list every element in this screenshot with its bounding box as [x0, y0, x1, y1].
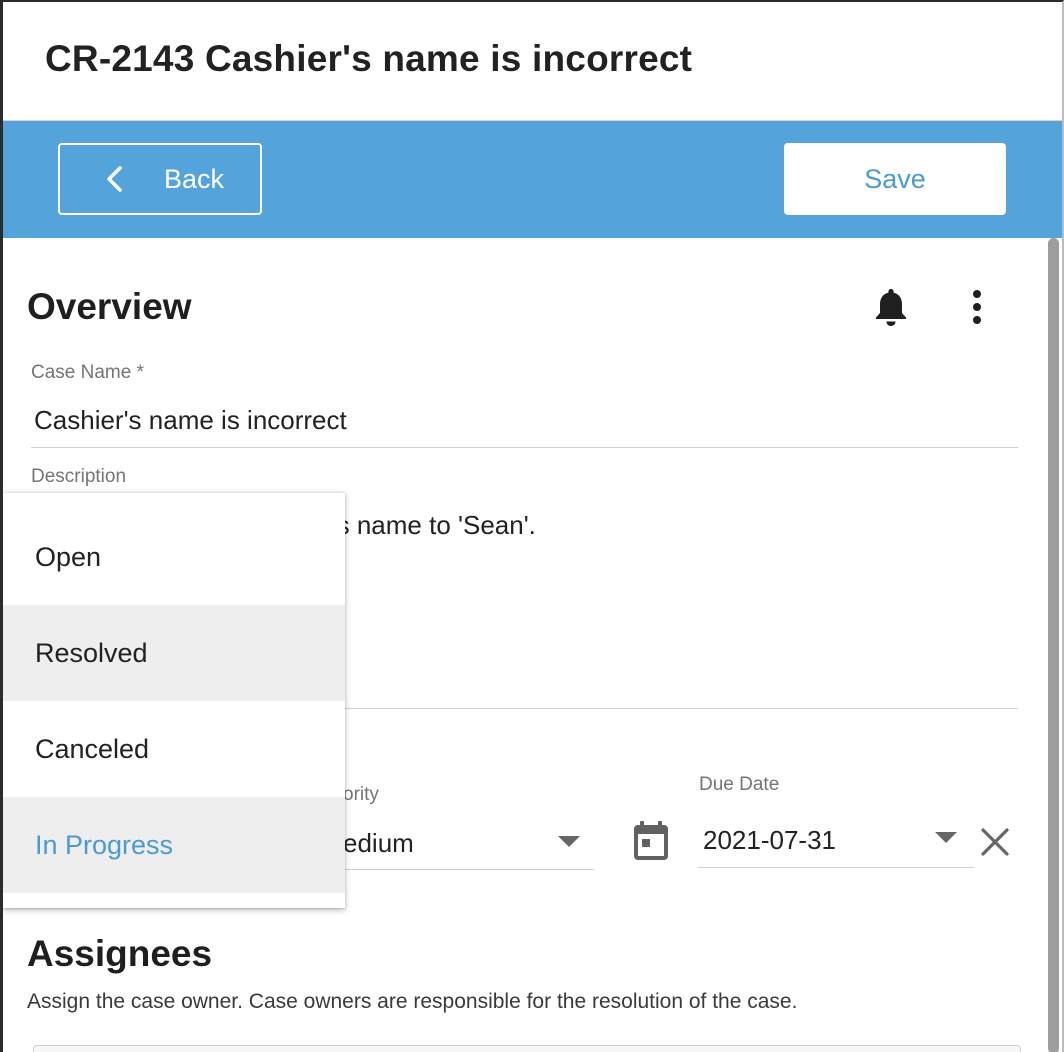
caret-down-icon[interactable] — [935, 832, 957, 843]
assignees-field[interactable] — [33, 1045, 1021, 1052]
due-date-input[interactable]: 2021-07-31 — [703, 825, 836, 856]
case-name-input[interactable]: Cashier's name is incorrect — [34, 405, 347, 436]
save-button[interactable]: Save — [784, 143, 1006, 215]
status-dropdown-menu: Open Resolved Canceled In Progress — [3, 492, 345, 908]
status-option-open[interactable]: Open — [3, 509, 345, 605]
chevron-left-icon — [107, 166, 122, 192]
scrollbar[interactable] — [1046, 238, 1062, 1052]
assignees-title: Assignees — [27, 933, 213, 974]
priority-select[interactable]: edium — [343, 828, 414, 859]
status-option-resolved[interactable]: Resolved — [3, 605, 345, 701]
priority-underline — [343, 869, 594, 870]
status-option-canceled[interactable]: Canceled — [3, 701, 345, 797]
case-name-underline — [31, 447, 1018, 448]
more-vertical-icon[interactable] — [965, 288, 989, 328]
title-bar: CR-2143 Cashier's name is incorrect — [3, 2, 1062, 121]
bell-icon[interactable] — [871, 286, 911, 328]
back-button-label: Back — [164, 164, 225, 194]
caret-down-icon[interactable] — [558, 836, 580, 847]
due-date-label: Due Date — [699, 774, 780, 795]
assignees-description: Assign the case owner. Case owners are r… — [27, 990, 798, 1013]
calendar-icon[interactable] — [632, 820, 670, 862]
page-title: CR-2143 Cashier's name is incorrect — [45, 38, 693, 79]
back-button[interactable]: Back — [58, 143, 262, 215]
action-toolbar: Back Save — [3, 121, 1062, 238]
description-textarea[interactable]: r's name to 'Sean'. — [323, 510, 536, 541]
app-window: CR-2143 Cashier's name is incorrect Back… — [0, 0, 1064, 1052]
priority-label: ority — [343, 784, 379, 805]
status-option-in-progress[interactable]: In Progress — [3, 797, 345, 893]
case-name-label: Case Name * — [31, 362, 144, 383]
overview-title: Overview — [27, 286, 192, 327]
scrollbar-thumb[interactable] — [1048, 238, 1059, 1052]
due-date-underline — [698, 867, 974, 868]
close-icon[interactable] — [979, 826, 1011, 858]
description-label: Description — [31, 466, 127, 487]
